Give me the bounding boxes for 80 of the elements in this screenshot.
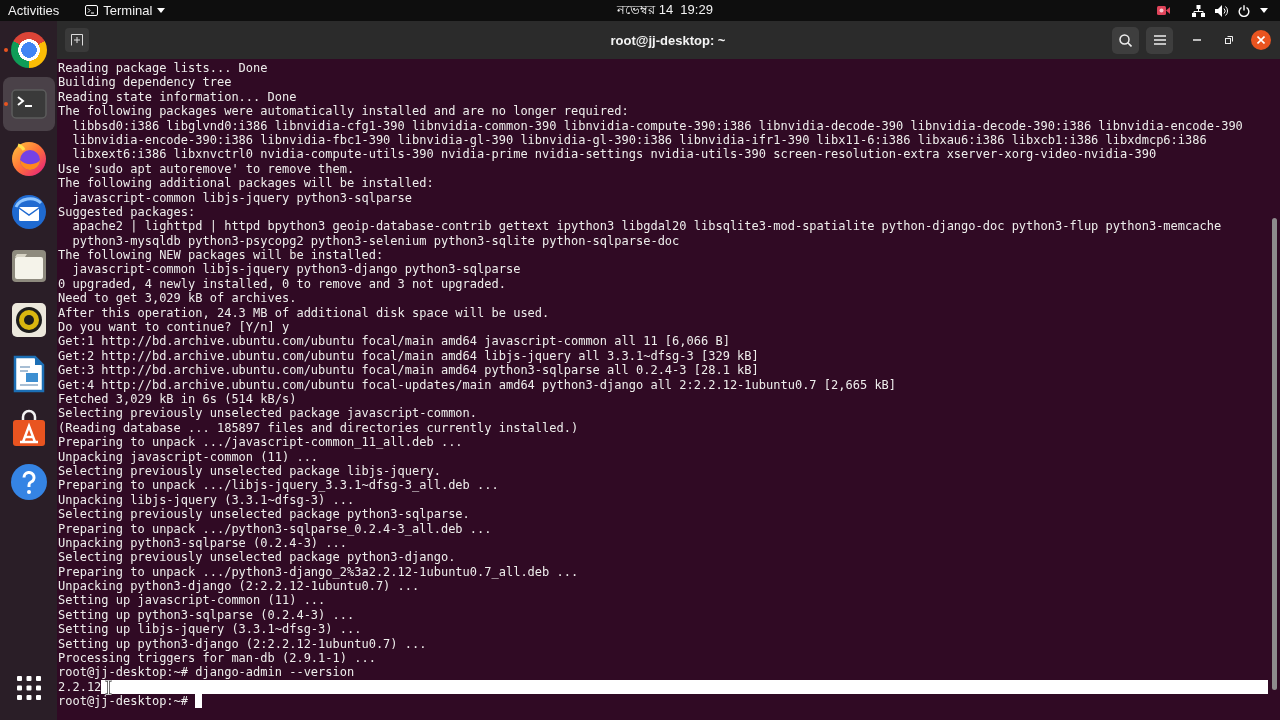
app-grid-icon <box>16 676 41 700</box>
terminal-line: Reading package lists... Done <box>58 61 268 76</box>
new-tab-button[interactable] <box>65 28 89 52</box>
scrollbar-thumb[interactable] <box>1272 218 1277 690</box>
shopping-bag-icon <box>10 409 47 447</box>
terminal-line: (Reading database ... 185897 files and directories currently installed.) <box>58 420 579 436</box>
terminal-line: Setting up libjs-jquery (3.3.1~dfsg-3) ... <box>58 622 362 637</box>
block-cursor-icon <box>195 694 203 709</box>
window-title: root@jj-desktop: ~ <box>610 32 726 48</box>
minimize-icon <box>1193 39 1201 41</box>
close-icon <box>1257 36 1265 44</box>
terminal-line: Get:2 http://bd.archive.ubuntu.com/ubuntu focal/main amd64 libjs-jquery all 3.3.1~dfsg-3 [329 kB] <box>58 348 759 364</box>
terminal-line: Suggested packages: <box>58 204 196 220</box>
activities-button[interactable]: Activities <box>2 0 66 21</box>
terminal-line: libnvidia-encode-390:i386 libnvidia-fbc1-390 libnvidia-gl-390 libnvidia-gl-390:i386 libnvidia-ifr1-390 libx11-6:i386 libxau6:i386 libxcb1:i386 libxdmcp6:i386 <box>71 132 1207 148</box>
terminal-line: Setting up javascript-common (11) ... <box>58 593 326 608</box>
terminal-line: Unpacking javascript-common (11) ... <box>58 449 319 464</box>
caret-icon <box>157 8 166 13</box>
clock-button[interactable]: নভেম্বর 14 19:29 <box>561 0 719 21</box>
terminal-line: 2.2.12 <box>58 679 102 695</box>
terminal-line: Building dependency tree <box>58 75 232 90</box>
terminal-line: Unpacking python3-sqlparse (0.2.4-3) ... <box>58 535 347 551</box>
terminal-line: Reading state information... Done <box>58 89 297 105</box>
speaker-icon <box>10 302 47 338</box>
terminal-line: Do you want to continue? [Y/n] y <box>58 320 290 335</box>
power-icon <box>1238 4 1250 17</box>
terminal-line: Get:3 http://bd.archive.ubuntu.com/ubuntu focal/main amd64 python3-sqlparse all 0.2.4-3 [28.1 kB] <box>58 363 759 378</box>
terminal-line: Setting up python3-django (2:2.2.12-1ubuntu0.7) ... <box>58 636 427 651</box>
search-icon <box>1119 33 1132 47</box>
terminal-line: javascript-common libjs-jquery python3-django python3-sqlparse <box>71 262 521 277</box>
terminal-line: Get:4 http://bd.archive.ubuntu.com/ubuntu focal-updates/main amd64 python3-django all 2:2.2.12-1ubuntu0.7 [2,665 kB] <box>58 377 897 392</box>
app-menu[interactable]: Terminal <box>79 0 172 21</box>
terminal-line: Preparing to unpack .../python3-django_2%3a2.2.12-1ubuntu0.7_all.deb ... <box>58 564 579 580</box>
terminal-line: Need to get 3,029 kB of archives. <box>58 291 297 306</box>
restore-icon <box>1225 36 1233 44</box>
menu-icon <box>1153 35 1166 45</box>
terminal-line: Setting up python3-sqlparse (0.2.4-3) ... <box>58 607 355 623</box>
new-tab-icon <box>71 34 83 46</box>
terminal-line: Preparing to unpack .../python3-sqlparse_0.2.4-3_all.deb ... <box>58 521 492 536</box>
terminal-line: Preparing to unpack .../javascript-common_11_all.deb ... <box>58 435 463 450</box>
terminal-line: Get:1 http://bd.archive.ubuntu.com/ubuntu focal/main amd64 javascript-common all 11 [6,066 B] <box>58 334 730 349</box>
terminal-area[interactable] <box>57 59 1280 720</box>
terminal-prompt: root@jj-desktop:~# <box>58 694 189 709</box>
terminal-line: Selecting previously unselected package libjs-jquery. <box>58 463 441 479</box>
network-icon <box>1192 4 1205 17</box>
flame-globe-icon <box>9 139 48 177</box>
terminal-line: root@jj-desktop:~# django-admin --version <box>58 665 355 680</box>
terminal-line: Fetched 3,029 kB in 6s (514 kB/s) <box>58 392 297 407</box>
terminal-line: Selecting previously unselected package python3-sqlparse. <box>58 507 470 522</box>
terminal-line: Processing triggers for man-db (2.9.1-1) ... <box>58 651 376 666</box>
terminal-line: Selecting previously unselected package javascript-common. <box>58 406 478 421</box>
terminal-line: Use 'sudo apt autoremove' to remove them. <box>58 161 355 177</box>
folder-icon <box>10 249 47 283</box>
terminal-line: Preparing to unpack .../libjs-jquery_3.3.1~dfsg-3_all.deb ... <box>58 478 499 493</box>
close-button[interactable] <box>1251 30 1271 50</box>
terminal-icon <box>85 5 99 16</box>
terminal-line: After this operation, 24.3 MB of additional disk space will be used. <box>58 305 550 321</box>
terminal-line: Unpacking libjs-jquery (3.3.1~dfsg-3) ... <box>58 492 355 508</box>
terminal-line: 0 upgraded, 4 newly installed, 0 to remove and 3 not upgraded. <box>58 276 506 292</box>
terminal-line: Unpacking python3-django (2:2.2.12-1ubuntu0.7) ... <box>58 579 420 594</box>
video-camera-icon[interactable] <box>1157 6 1170 15</box>
terminal-icon <box>10 89 47 119</box>
terminal-line: python3-mysqldb python3-psycopg2 python3-selenium python3-sqlite python-sqlparse-doc <box>71 233 680 249</box>
terminal-line: javascript-common libjs-jquery python3-sqlparse <box>71 190 412 205</box>
terminal-line: libbsd0:i386 libglvnd0:i386 libnvidia-cfg1-390 libnvidia-common-390 libnvidia-compute-390:i386 libnvidia-decode-390 libnvidia-decode-390:i386 libnvidia-encode-390 <box>71 118 1243 133</box>
speaker-icon <box>1215 4 1228 17</box>
help-icon <box>9 463 48 501</box>
caret-icon <box>1260 8 1268 13</box>
document-icon <box>12 355 45 393</box>
text-pointer-icon <box>105 680 112 695</box>
menu-button[interactable] <box>1146 26 1173 54</box>
search-button[interactable] <box>1112 26 1139 54</box>
terminal-line: The following NEW packages will be installed: <box>58 248 384 263</box>
terminal-line: The following additional packages will be installed: <box>58 176 434 191</box>
envelope-icon <box>9 193 48 231</box>
terminal-line: libxext6:i386 libxnvctrl0 nvidia-compute-utils-390 nvidia-prime nvidia-settings nvidia-utils-390 screen-resolution-extra xserver-xorg-video-nvidia-390 <box>71 147 1157 162</box>
terminal-line: apache2 | lighttpd | httpd bpython3 geoip-database-contrib gettext ipython3 libgdal20 libsqlite3-mod-spatialite python-django-doc python3-flup python3-memcache <box>71 219 1222 234</box>
terminal-line: Selecting previously unselected package python3-django. <box>58 550 456 565</box>
terminal-line: The following packages were automatically installed and are no longer required: <box>58 104 629 119</box>
ring-logo-icon <box>10 32 47 68</box>
